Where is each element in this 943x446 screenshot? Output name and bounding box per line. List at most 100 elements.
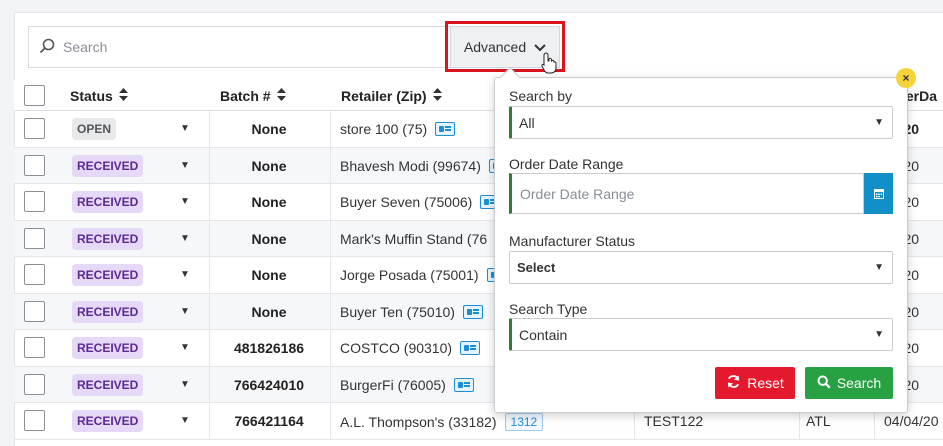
- caret-down-icon[interactable]: ▼: [180, 160, 190, 171]
- reset-button[interactable]: Reset: [715, 367, 795, 399]
- search-button[interactable]: Search: [805, 367, 893, 399]
- status-header-label: Status: [70, 87, 113, 104]
- row-checkbox[interactable]: [24, 264, 45, 285]
- caret-down-icon[interactable]: ▼: [180, 306, 190, 317]
- caret-down-icon: ▼: [874, 117, 884, 128]
- retailer-name[interactable]: Jorge Posada (75001): [340, 267, 479, 283]
- row-checkbox[interactable]: [24, 337, 45, 358]
- batch-number: 766421164: [234, 413, 304, 429]
- column-divider: [330, 257, 331, 293]
- select-all-checkbox[interactable]: [24, 85, 45, 106]
- caret-down-icon: ▼: [874, 329, 884, 340]
- retailer-name[interactable]: Buyer Seven (75006): [340, 194, 472, 210]
- caret-down-icon[interactable]: ▼: [180, 196, 190, 207]
- retailer-cell: Buyer Seven (75006): [340, 194, 501, 210]
- close-icon[interactable]: ×: [896, 68, 916, 88]
- status-badge: OPEN: [72, 118, 117, 140]
- calendar-button[interactable]: [864, 173, 893, 214]
- batch-header-label: Batch #: [220, 87, 271, 104]
- hand-cursor-icon: [541, 52, 557, 77]
- retailer-header-label: Retailer (Zip): [341, 87, 427, 104]
- contact-card-icon[interactable]: [435, 122, 456, 136]
- order-date-cell: 04/04/20: [884, 413, 939, 429]
- search-by-label: Search by: [509, 88, 573, 104]
- status-badge: RECEIVED: [72, 227, 144, 250]
- retailer-name[interactable]: A.L. Thompson's (33182): [340, 414, 497, 430]
- search-icon: [817, 375, 831, 392]
- status-badge: RECEIVED: [72, 373, 144, 396]
- caret-down-icon[interactable]: ▼: [180, 342, 190, 353]
- sort-icon: [276, 87, 286, 104]
- order-date-range-label: Order Date Range: [509, 156, 624, 172]
- contact-card-icon[interactable]: [460, 341, 481, 355]
- status-badge: RECEIVED: [72, 337, 144, 359]
- batch-number: None: [251, 230, 287, 247]
- batch-number: 766424010: [233, 376, 305, 393]
- manufacturer-status-value: Select: [517, 260, 556, 275]
- retailer-name[interactable]: Mark's Muffin Stand (76: [340, 231, 487, 247]
- column-divider: [330, 366, 331, 402]
- row-checkbox[interactable]: [24, 410, 45, 431]
- retailer-cell: store 100 (75): [340, 121, 456, 137]
- batch-number: None: [251, 121, 287, 137]
- column-divider: [330, 184, 331, 220]
- status-badge: RECEIVED: [72, 191, 144, 213]
- search-icon: [39, 38, 55, 57]
- refresh-icon: [726, 374, 741, 392]
- status-badge: RECEIVED: [72, 154, 144, 177]
- column-divider: [330, 147, 331, 183]
- caret-down-icon[interactable]: ▼: [180, 415, 190, 426]
- contact-card-icon[interactable]: [462, 304, 483, 319]
- status-badge: RECEIVED: [72, 410, 144, 432]
- retailer-name[interactable]: store 100 (75): [340, 121, 427, 137]
- manufacturer-status-label: Manufacturer Status: [509, 233, 636, 249]
- status-badge: RECEIVED: [72, 300, 144, 323]
- status-column-header[interactable]: Status: [70, 80, 128, 111]
- caret-down-icon[interactable]: ▼: [180, 123, 190, 134]
- retailer-column-header[interactable]: Retailer (Zip): [341, 80, 442, 111]
- retailer-name[interactable]: Buyer Ten (75010): [340, 304, 455, 320]
- caret-down-icon[interactable]: ▼: [180, 379, 190, 390]
- search-type-value: Contain: [519, 326, 568, 343]
- row-checkbox[interactable]: [24, 191, 45, 212]
- batch-number: None: [251, 194, 287, 210]
- column-divider: [330, 111, 331, 147]
- status-badge: RECEIVED: [72, 264, 144, 286]
- caret-down-icon[interactable]: ▼: [180, 269, 190, 280]
- row-checkbox[interactable]: [24, 227, 45, 249]
- batch-number: None: [251, 267, 287, 283]
- manufacturer-status-select[interactable]: Select ▼: [509, 251, 893, 284]
- retailer-tag[interactable]: 1312: [504, 413, 544, 431]
- row-checkbox[interactable]: [24, 373, 45, 395]
- contact-card-icon[interactable]: [453, 377, 474, 392]
- row-checkbox[interactable]: [24, 154, 45, 176]
- search-input[interactable]: Search: [28, 26, 450, 68]
- search-type-label: Search Type: [509, 301, 588, 317]
- batch-number: None: [251, 157, 287, 174]
- search-by-select[interactable]: All ▼: [509, 106, 893, 139]
- retailer-name[interactable]: BurgerFi (76005): [340, 377, 446, 393]
- order-date-range-placeholder: Order Date Range: [520, 185, 635, 202]
- retailer-cell: Jorge Posada (75001): [340, 267, 507, 283]
- column-divider: [330, 293, 331, 329]
- batch-column-header[interactable]: Batch #: [220, 80, 286, 111]
- caret-down-icon: ▼: [874, 262, 884, 273]
- row-checkbox[interactable]: [24, 300, 45, 322]
- advanced-label: Advanced: [463, 39, 527, 55]
- search-by-value: All: [519, 114, 535, 131]
- retailer-name[interactable]: Bhavesh Modi (99674): [340, 158, 481, 174]
- search-type-select[interactable]: Contain ▼: [509, 318, 893, 351]
- reference-cell: TEST122: [644, 413, 704, 429]
- retailer-name[interactable]: COSTCO (90310): [340, 340, 452, 356]
- sort-icon: [118, 87, 128, 104]
- calendar-icon: [873, 186, 884, 202]
- column-divider: [330, 403, 331, 439]
- retailer-cell: BurgerFi (76005): [340, 377, 474, 393]
- caret-down-icon[interactable]: ▼: [180, 233, 190, 244]
- column-divider: [330, 330, 331, 366]
- order-date-range-input[interactable]: Order Date Range: [509, 173, 864, 214]
- row-checkbox[interactable]: [24, 118, 45, 139]
- retailer-cell: COSTCO (90310): [340, 340, 481, 356]
- retailer-cell: Mark's Muffin Stand (76: [340, 231, 516, 247]
- batch-number: 481826186: [233, 340, 305, 356]
